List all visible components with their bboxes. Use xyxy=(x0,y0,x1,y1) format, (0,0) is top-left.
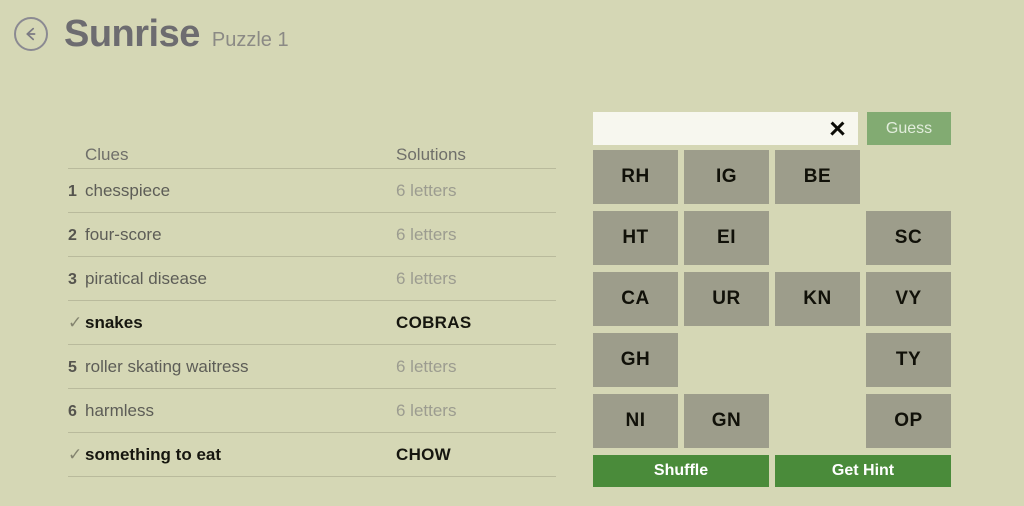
clue-solved-check-icon: ✓ xyxy=(68,312,83,332)
column-header-solutions: Solutions xyxy=(396,145,466,164)
clue-text: four-score xyxy=(85,224,162,244)
app-header: Sunrise Puzzle 1 xyxy=(0,0,1024,68)
letter-tile[interactable]: KN xyxy=(775,272,860,326)
clue-row[interactable]: 5 roller skating waitress 6 letters xyxy=(68,345,556,389)
letter-tile[interactable]: IG xyxy=(684,150,769,204)
clue-text: chesspiece xyxy=(85,180,171,200)
solution-answer: CHOW xyxy=(396,444,452,464)
clue-text: snakes xyxy=(85,312,143,332)
clue-row[interactable]: 1 chesspiece 6 letters xyxy=(68,169,556,213)
shuffle-button[interactable]: Shuffle xyxy=(593,455,769,487)
guess-button[interactable]: Guess xyxy=(867,112,951,145)
clue-text: piratical disease xyxy=(85,268,207,288)
clue-cell: 6 harmless xyxy=(68,401,396,421)
letter-tile[interactable]: UR xyxy=(684,272,769,326)
solution-placeholder: 6 letters xyxy=(396,356,457,376)
clue-table-header: Clues Solutions xyxy=(68,133,556,169)
letter-tile-empty xyxy=(775,333,860,387)
solution-placeholder: 6 letters xyxy=(396,400,457,420)
letter-tile[interactable]: SC xyxy=(866,211,951,265)
letter-tile[interactable]: VY xyxy=(866,272,951,326)
clue-cell: 1 chesspiece xyxy=(68,181,396,201)
letter-tile-empty xyxy=(775,211,860,265)
letter-tile[interactable]: CA xyxy=(593,272,678,326)
letter-tile-grid: RH IG BE HT EI SC CA UR KN VY GH TY NI GN OP xyxy=(593,150,951,448)
clue-number: 6 xyxy=(68,402,77,420)
clue-cell: 5 roller skating waitress xyxy=(68,357,396,377)
letter-tile-empty xyxy=(866,150,951,204)
clue-solved-check-icon: ✓ xyxy=(68,444,83,464)
guess-input[interactable] xyxy=(593,112,858,145)
letter-tile-empty xyxy=(775,394,860,448)
column-header-clues: Clues xyxy=(85,145,129,164)
play-panel: Guess RH IG BE HT EI SC CA UR KN VY GH TY NI GN OP Shu… xyxy=(593,112,951,487)
letter-tile[interactable]: TY xyxy=(866,333,951,387)
clue-row[interactable]: 2 four-score 6 letters xyxy=(68,213,556,257)
letter-tile[interactable]: BE xyxy=(775,150,860,204)
get-hint-button[interactable]: Get Hint xyxy=(775,455,951,487)
clue-number: 2 xyxy=(68,226,77,244)
letter-tile[interactable]: GH xyxy=(593,333,678,387)
clue-row[interactable]: 3 piratical disease 6 letters xyxy=(68,257,556,301)
clue-row[interactable]: ✓ snakes COBRAS xyxy=(68,301,556,345)
guess-input-value xyxy=(602,112,824,145)
letter-tile[interactable]: NI xyxy=(593,394,678,448)
clue-cell: ✓ snakes xyxy=(68,313,396,333)
clue-text: roller skating waitress xyxy=(85,356,249,376)
letter-tile[interactable]: OP xyxy=(866,394,951,448)
clue-cell: ✓ something to eat xyxy=(68,445,396,465)
letter-tile[interactable]: EI xyxy=(684,211,769,265)
clue-number: 3 xyxy=(68,270,77,288)
clear-x-icon[interactable] xyxy=(829,120,846,137)
letter-tile[interactable]: GN xyxy=(684,394,769,448)
solution-placeholder: 6 letters xyxy=(396,224,457,244)
letter-tile[interactable]: RH xyxy=(593,150,678,204)
clue-cell: 3 piratical disease xyxy=(68,269,396,289)
letter-tile[interactable]: HT xyxy=(593,211,678,265)
letter-tile-empty xyxy=(684,333,769,387)
clue-number: 1 xyxy=(68,182,77,200)
clue-row[interactable]: ✓ something to eat CHOW xyxy=(68,433,556,477)
solution-placeholder: 6 letters xyxy=(396,180,457,200)
clue-text: harmless xyxy=(85,400,154,420)
guess-bar: Guess xyxy=(593,112,951,145)
puzzle-label: Puzzle 1 xyxy=(211,29,289,51)
solution-answer: COBRAS xyxy=(396,312,472,332)
clue-table: Clues Solutions 1 chesspiece 6 letters 2 fou… xyxy=(68,133,556,477)
back-arrow-icon[interactable] xyxy=(14,17,48,51)
action-bar: Shuffle Get Hint xyxy=(593,455,951,487)
page-title: Sunrise xyxy=(64,13,200,55)
clue-text: something to eat xyxy=(85,444,222,464)
solution-placeholder: 6 letters xyxy=(396,268,457,288)
clue-cell: 2 four-score xyxy=(68,225,396,245)
clue-row[interactable]: 6 harmless 6 letters xyxy=(68,389,556,433)
clue-number: 5 xyxy=(68,358,77,376)
